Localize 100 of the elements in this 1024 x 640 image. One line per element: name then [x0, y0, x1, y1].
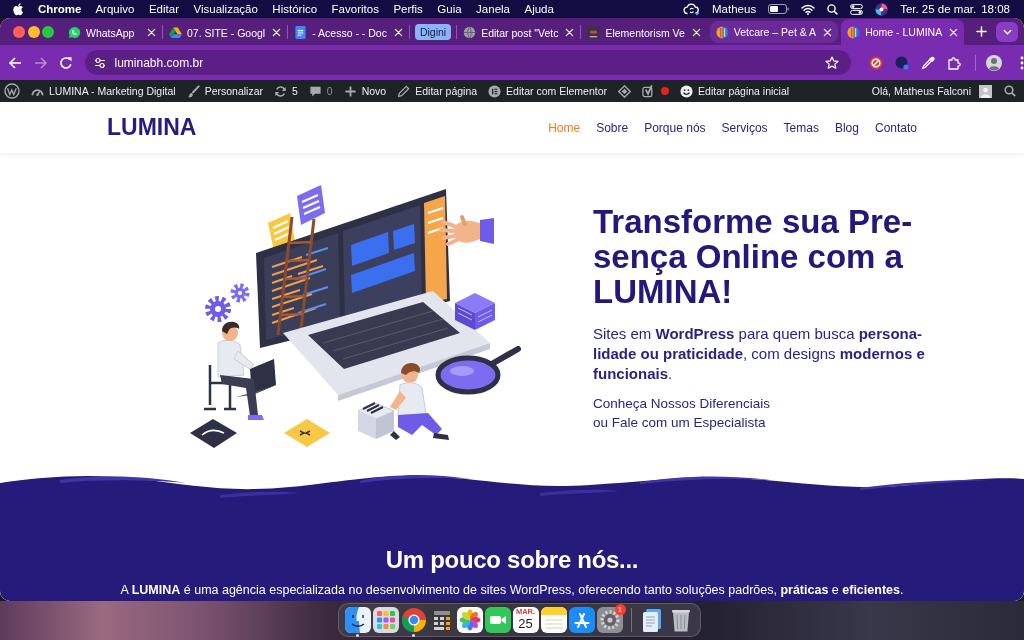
menu-bar-date[interactable]: Ter. 25 de mar.	[900, 3, 977, 15]
more-menu-icon[interactable]	[1019, 55, 1024, 70]
admin-bar-link[interactable]: Novo	[343, 84, 387, 98]
admin-bar-link[interactable]: Editar página	[397, 84, 478, 98]
close-icon[interactable]	[823, 27, 833, 37]
menu-item[interactable]: Favoritos	[331, 3, 379, 15]
avatar-icon[interactable]	[979, 84, 992, 98]
menu-item[interactable]: Guia	[437, 3, 462, 15]
floor-tile	[284, 419, 330, 447]
close-icon[interactable]	[565, 28, 575, 37]
blob-icon[interactable]	[894, 55, 909, 70]
menu-item[interactable]: Perfis	[393, 3, 423, 15]
cloud-sync-icon[interactable]	[683, 2, 701, 16]
video-camera-icon[interactable]	[484, 607, 511, 633]
wifi-icon[interactable]	[801, 3, 816, 15]
nav-link[interactable]: Serviços	[721, 120, 768, 135]
hero-description: Sites em WordPress para quem busca persona-lidade ou praticidade, com designs modernos e funcionais.	[593, 324, 926, 384]
file-box	[357, 402, 395, 439]
gear	[205, 296, 231, 322]
maximize-window-icon[interactable]	[42, 25, 54, 38]
menu-item[interactable]: Visualização	[193, 3, 258, 15]
plus-icon	[343, 84, 357, 98]
calculator-icon[interactable]	[428, 607, 455, 633]
battery-icon[interactable]	[768, 4, 790, 14]
color-wheel-icon[interactable]	[400, 607, 427, 633]
puzzle-piece-icon[interactable]	[946, 55, 961, 70]
close-icon[interactable]	[147, 28, 156, 37]
close-icon[interactable]	[949, 27, 959, 37]
blocked-sign-icon[interactable]	[868, 55, 883, 70]
site-settings-icon[interactable]	[93, 56, 106, 69]
admin-bar-link[interactable]: 5	[274, 84, 298, 98]
minimize-window-icon[interactable]	[27, 25, 40, 38]
hero-link[interactable]: Conheça Nossos Diferenciais	[593, 394, 771, 413]
reload-icon[interactable]	[59, 55, 73, 70]
triangle-logo-icon	[169, 26, 182, 39]
chat-bubble-icon	[68, 26, 81, 39]
nav-link[interactable]: Sobre	[596, 120, 629, 135]
apple-logo-icon[interactable]	[12, 2, 24, 16]
menu-item[interactable]: Ajuda	[524, 3, 554, 15]
flower-icon[interactable]	[456, 607, 483, 633]
site-logo[interactable]: LUMINA	[107, 114, 197, 141]
nav-link[interactable]: Porque nós	[644, 120, 706, 135]
book-stack	[455, 293, 495, 330]
hero-link[interactable]: ou Fale com um Especialista	[593, 413, 766, 432]
close-icon[interactable]	[272, 28, 282, 37]
section-heading: Um pouco sobre nós...	[384, 546, 640, 574]
search-icon[interactable]	[827, 3, 839, 15]
menu-bar-time[interactable]: 18:08	[981, 3, 1010, 15]
search-icon[interactable]	[1004, 85, 1016, 97]
user-name[interactable]: Matheus	[712, 3, 757, 15]
profile-avatar-icon[interactable]	[985, 54, 1002, 71]
nav-link[interactable]: Blog	[834, 120, 859, 135]
browser-tab[interactable]: - Acesso - - Doc	[288, 20, 409, 45]
about-text: A LUMINA é uma agência especializada no desenvolvimento de sites WordPress, oferecendo tanto soluções padrões, práticas e eficientes.	[119, 582, 905, 598]
app-grid-icon[interactable]	[372, 607, 399, 633]
hero-heading: Transforme sua Pre-sença Online com a LUMINA!	[593, 204, 914, 309]
refresh-icon	[274, 84, 287, 98]
account-link[interactable]: Olá, Matheus Falconi	[871, 85, 971, 97]
striped-circle-icon	[715, 25, 729, 39]
menu-item[interactable]: Histórico	[272, 3, 318, 15]
chevron-down-icon	[1002, 28, 1012, 35]
tab-search-button[interactable]	[996, 21, 1018, 42]
menu-item[interactable]: Editar	[148, 3, 179, 15]
notepad-icon[interactable]	[540, 607, 567, 633]
admin-bar-link[interactable]: Editar com Elementor	[488, 84, 608, 98]
gear-icon[interactable]	[596, 607, 623, 633]
admin-bar-link[interactable]: Personalizar	[186, 84, 263, 98]
admin-bar-link[interactable]: 0	[308, 84, 333, 98]
address-field[interactable]: luminabh.com.br	[84, 50, 851, 75]
nav-link[interactable]: Contato	[874, 120, 917, 135]
back-icon[interactable]	[8, 55, 22, 70]
assistant-orb-icon[interactable]	[875, 2, 889, 16]
nav-link[interactable]: Temas	[783, 120, 819, 135]
app-menu[interactable]: Chrome	[38, 3, 82, 15]
diamond-icon[interactable]	[618, 84, 632, 98]
circle-bars-icon	[488, 84, 502, 98]
admin-bar-link[interactable]: LUMINA - Marketing Digital	[31, 84, 176, 98]
control-center-icon[interactable]	[850, 3, 864, 15]
browser-tab[interactable]: 07. SITE - Googl	[163, 20, 288, 45]
browser-tab[interactable]: WhatsApp	[62, 20, 162, 45]
tab-group-label[interactable]: Digini	[414, 24, 452, 40]
speech-bubble-icon	[308, 84, 322, 98]
globe-icon	[463, 26, 477, 39]
eyedropper-icon[interactable]	[920, 55, 935, 70]
bookmark-star-icon[interactable]	[824, 55, 839, 70]
menu-item[interactable]: Janela	[476, 3, 510, 15]
w-circle-logo-icon[interactable]	[4, 83, 20, 99]
gear	[230, 283, 250, 303]
close-icon[interactable]	[393, 28, 403, 37]
new-tab-icon[interactable]	[976, 26, 988, 37]
browser-tab[interactable]: Vetcare – Pet & A	[709, 21, 839, 43]
close-icon[interactable]	[691, 28, 701, 37]
admin-bar-link[interactable]: Editar página inicial	[680, 84, 790, 98]
browser-tab[interactable]: Editar post "Vetc	[457, 20, 581, 45]
letter-a-tile-icon[interactable]	[568, 607, 595, 633]
browser-tab[interactable]: Home - LUMINA	[841, 19, 965, 45]
two-tone-face-icon[interactable]	[344, 607, 371, 633]
close-window-icon[interactable]	[13, 25, 25, 38]
browser-tab[interactable]: Elementorism Ve	[581, 20, 707, 45]
menu-item[interactable]: Arquivo	[95, 3, 135, 15]
